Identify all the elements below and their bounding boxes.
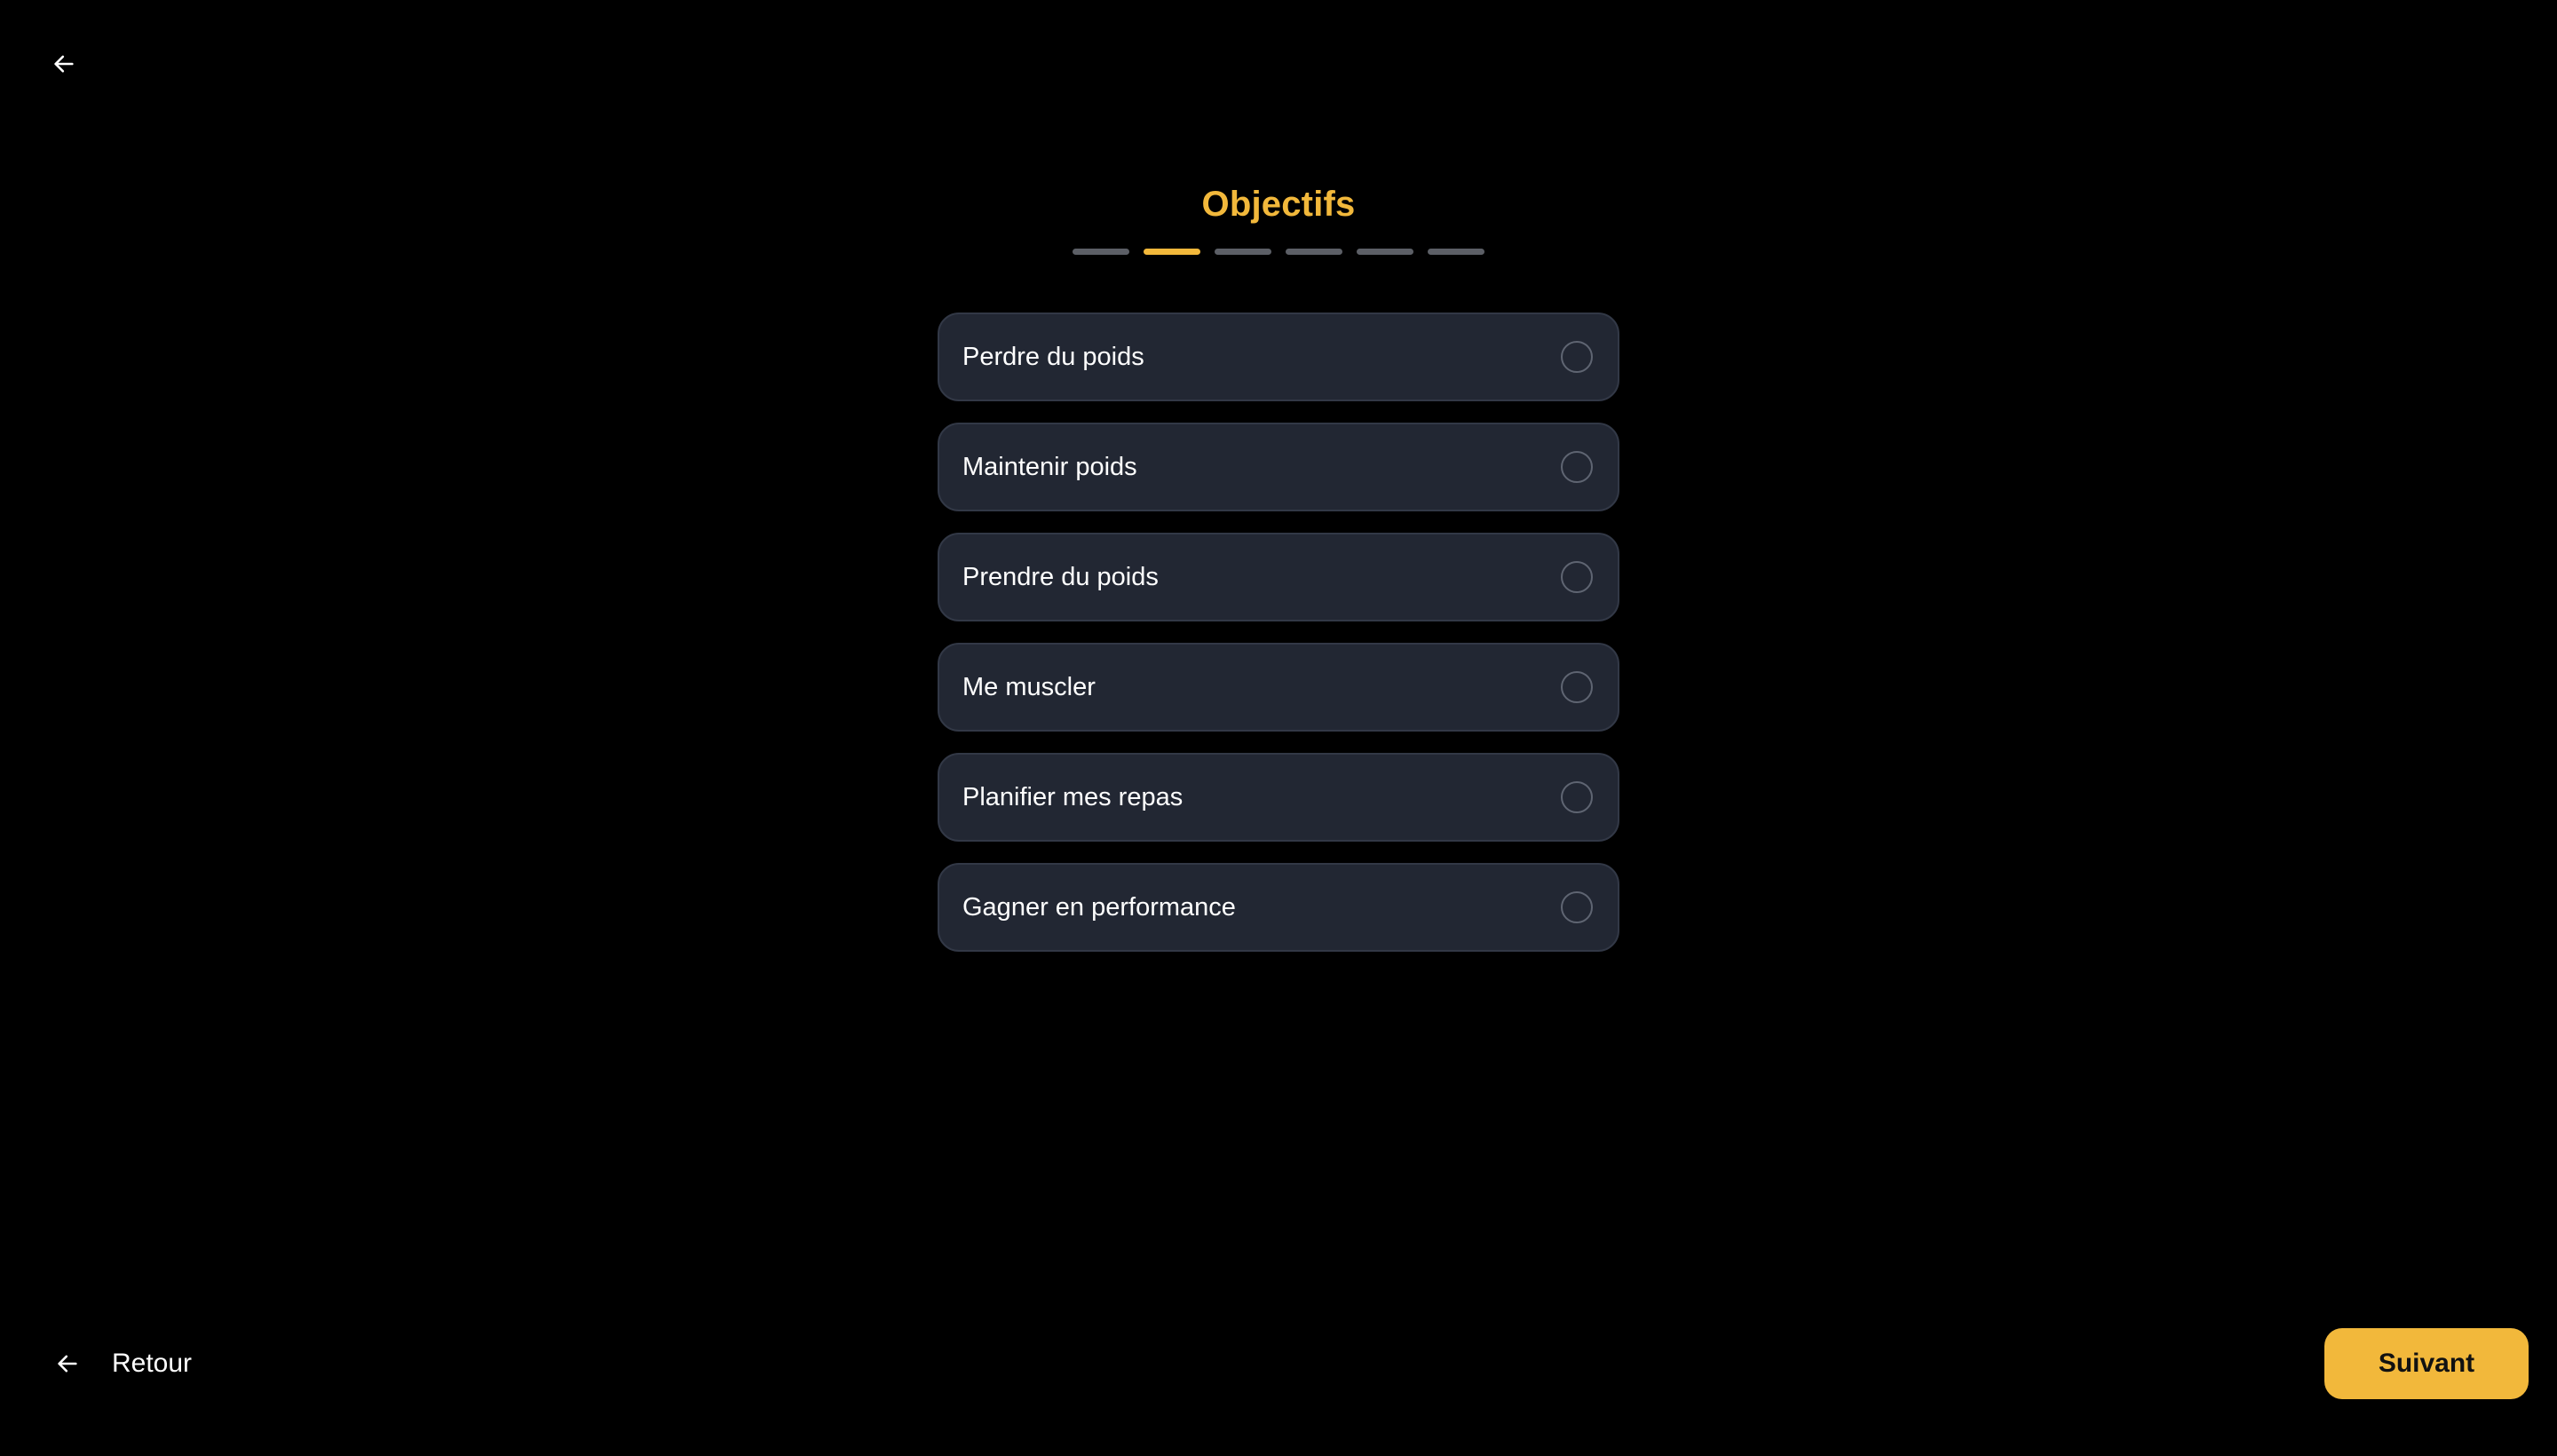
goal-options-list: Perdre du poids Maintenir poids Prendre … — [938, 313, 1619, 952]
radio-unselected-icon[interactable] — [1561, 891, 1593, 923]
progress-step-5 — [1357, 249, 1413, 255]
arrow-left-icon — [58, 1355, 77, 1373]
option-planifier-mes-repas[interactable]: Planifier mes repas — [938, 753, 1619, 842]
page-title: Objectifs — [1201, 185, 1356, 224]
option-me-muscler[interactable]: Me muscler — [938, 643, 1619, 732]
step-progress-indicator — [0, 249, 2557, 255]
option-label: Me muscler — [962, 672, 1096, 701]
back-button-label: Retour — [112, 1349, 193, 1378]
next-button[interactable]: Suivant — [2324, 1328, 2529, 1399]
progress-step-1 — [1073, 249, 1129, 255]
radio-unselected-icon[interactable] — [1561, 781, 1593, 813]
radio-unselected-icon[interactable] — [1561, 451, 1593, 483]
progress-step-4 — [1286, 249, 1342, 255]
option-maintenir-poids[interactable]: Maintenir poids — [938, 423, 1619, 511]
header-back-button[interactable] — [44, 44, 83, 83]
progress-step-3 — [1215, 249, 1271, 255]
radio-unselected-icon[interactable] — [1561, 341, 1593, 373]
back-button[interactable]: Retour — [55, 1341, 192, 1387]
option-label: Perdre du poids — [962, 342, 1144, 371]
arrow-left-icon — [54, 55, 74, 73]
option-label: Prendre du poids — [962, 562, 1159, 591]
option-perdre-du-poids[interactable]: Perdre du poids — [938, 313, 1619, 401]
option-label: Planifier mes repas — [962, 782, 1184, 811]
radio-unselected-icon[interactable] — [1561, 671, 1593, 703]
option-prendre-du-poids[interactable]: Prendre du poids — [938, 533, 1619, 621]
option-label: Maintenir poids — [962, 452, 1137, 481]
option-label: Gagner en performance — [962, 892, 1236, 922]
progress-step-2 — [1144, 249, 1200, 255]
option-gagner-en-performance[interactable]: Gagner en performance — [938, 863, 1619, 952]
progress-step-6 — [1428, 249, 1484, 255]
radio-unselected-icon[interactable] — [1561, 561, 1593, 593]
